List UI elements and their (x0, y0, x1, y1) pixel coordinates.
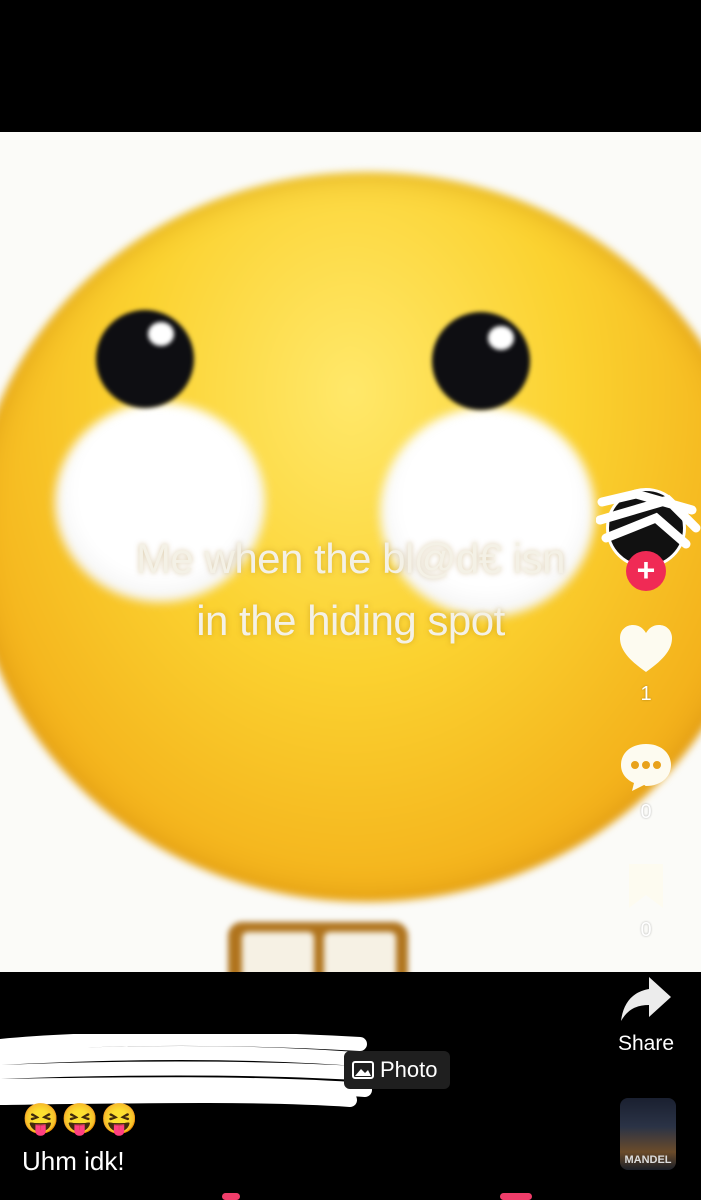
bookmark-icon (629, 864, 663, 908)
bottom-indicator-right (500, 1193, 532, 1200)
save-button[interactable]: 0 (611, 862, 681, 942)
share-label: Share (617, 1032, 675, 1055)
share-button[interactable]: Share (606, 975, 686, 1056)
music-disc-label: MANDEL (624, 1154, 672, 1166)
comment-count: 0 (640, 801, 652, 823)
emoji-right-glint (488, 326, 514, 350)
caption-line-2: in the hiding spot (196, 597, 505, 644)
avatar-redaction-scribble (596, 489, 701, 549)
photo-tag-label: Photo (380, 1057, 438, 1082)
author-redaction-scribble (0, 1034, 379, 1107)
save-count: 0 (640, 919, 652, 941)
emoji-right-pupil (432, 312, 530, 410)
music-disc[interactable]: MANDEL (620, 1098, 676, 1170)
share-arrow-icon (621, 977, 671, 1021)
heart-icon (620, 625, 672, 672)
plus-icon: + (636, 552, 656, 588)
photo-mode-tag[interactable]: Photo (344, 1051, 450, 1089)
post-description[interactable]: Uhm idk! (22, 1146, 125, 1177)
emoji-left-glint (148, 322, 174, 346)
bottom-indicator-left (222, 1193, 240, 1200)
photo-icon (352, 1061, 374, 1079)
like-count: 1 (640, 683, 652, 705)
follow-button[interactable]: + (626, 551, 666, 591)
like-button[interactable]: 1 (611, 624, 681, 706)
emoji-left-pupil (96, 310, 194, 408)
comment-button[interactable]: 0 (611, 742, 681, 824)
emoji-teeth (228, 922, 408, 972)
comment-bubble-icon (621, 744, 671, 791)
description-emojis: 😝😝😝 (22, 1103, 141, 1136)
